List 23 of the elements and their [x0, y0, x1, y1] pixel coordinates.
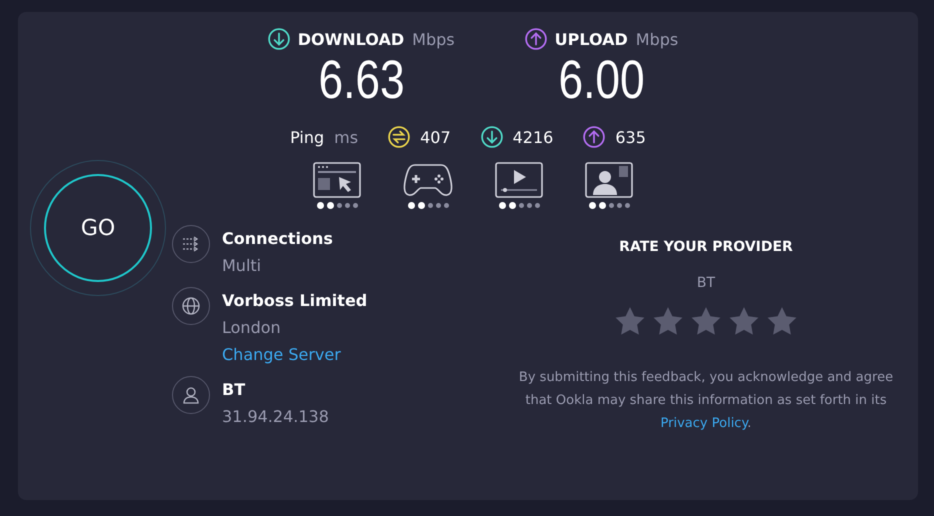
- ping-value: 635: [615, 128, 646, 146]
- info-detail: London: [222, 318, 282, 337]
- info-detail: 31.94.24.138: [222, 407, 329, 426]
- unit-label: ms: [334, 128, 358, 146]
- rate-title: RATE YOUR PROVIDER: [619, 239, 793, 255]
- info-detail: Multi: [222, 256, 262, 275]
- info-title: BT: [222, 380, 246, 399]
- unit-label: Mbps: [636, 30, 678, 48]
- speed-value: 6.63: [318, 50, 404, 110]
- provider-name: BT: [696, 275, 716, 291]
- speed-label: UPLOAD: [554, 30, 628, 48]
- ping-value: 407: [420, 128, 451, 146]
- speed-label: DOWNLOAD: [298, 30, 404, 48]
- go-button[interactable]: GO: [44, 174, 152, 282]
- ping-label: Ping: [290, 128, 324, 146]
- disclaimer-text: By submitting this feedback, you acknowledge and agree that Ookla may share this information as set forth in its Privacy Policy.: [518, 369, 894, 433]
- change-server-link[interactable]: Change Server: [222, 345, 368, 364]
- unit-label: Mbps: [412, 30, 455, 48]
- ping-value: 4216: [512, 128, 554, 146]
- speed-value: 6.00: [558, 50, 644, 110]
- privacy-policy-link[interactable]: Privacy Policy: [660, 416, 748, 431]
- info-title: Vorboss Limited: [222, 291, 368, 310]
- info-title: Connections: [222, 229, 333, 248]
